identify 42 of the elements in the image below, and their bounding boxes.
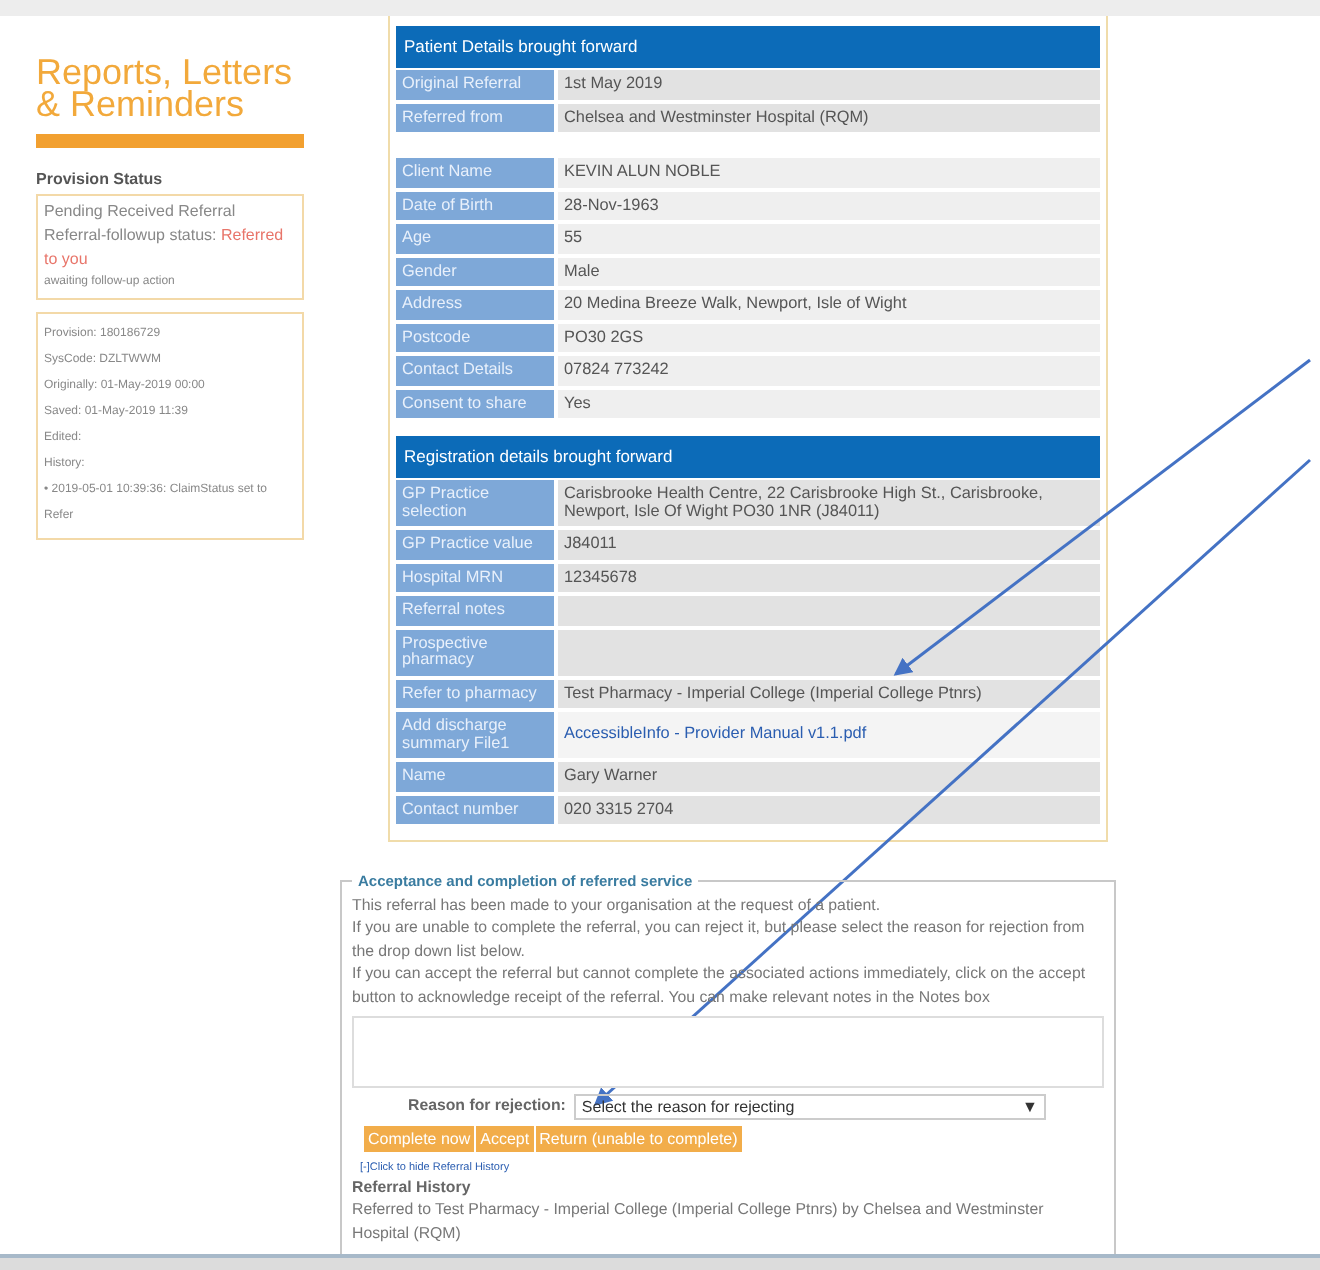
field-value: J84011: [558, 530, 1100, 559]
field-label: Address: [396, 290, 554, 319]
field-label: Hospital MRN: [396, 563, 554, 592]
field-value: Carisbrooke Health Centre, 22 Carisbrooke High St., Carisbrooke, Newport, Isle Of Wight PO30 1NR (J84011): [558, 480, 1100, 526]
field-label: Referred from: [396, 103, 554, 132]
field-label: Consent to share: [396, 389, 554, 418]
field-value: 12345678: [558, 563, 1100, 592]
rejection-dropdown[interactable]: Select the reason for rejecting ▼: [573, 1093, 1046, 1120]
field-value: Yes: [558, 389, 1100, 418]
field-label: Client Name: [396, 158, 554, 187]
field-value: Male: [558, 257, 1100, 286]
field-label: Original Referral: [396, 70, 554, 99]
field-value: 020 3315 2704: [558, 795, 1100, 824]
field-label: Prospective pharmacy: [396, 629, 554, 675]
field-value: 07824 773242: [558, 356, 1100, 385]
followup-status-text: Referral-followup status: Referred to you: [44, 224, 286, 272]
section-header: Registration details brought forward: [396, 436, 1100, 478]
field-label: Contact number: [396, 795, 554, 824]
field-label: GP Practice value: [396, 530, 554, 559]
status-text: Pending Received Referral: [44, 200, 238, 224]
field-label: Date of Birth: [396, 191, 554, 220]
field-label: Postcode: [396, 323, 554, 352]
section-header: Patient Details brought forward: [396, 26, 1100, 68]
field-value: Test Pharmacy - Imperial College (Imperial College Ptnrs): [558, 679, 1100, 708]
field-label: Name: [396, 762, 554, 791]
field-value: 20 Medina Breeze Walk, Newport, Isle of Wight: [558, 290, 1100, 319]
field-value: Gary Warner: [558, 762, 1100, 791]
field-value: Chelsea and Westminster Hospital (RQM): [558, 103, 1100, 132]
field-value: PO30 2GS: [558, 323, 1100, 352]
field-label: Add discharge summary File1: [396, 712, 554, 758]
status-heading: Provision Status: [36, 170, 165, 188]
field-label: Gender: [396, 257, 554, 286]
field-label: Refer to pharmacy: [396, 679, 554, 708]
field-label: Contact Details: [396, 356, 554, 385]
field-label: Referral notes: [396, 596, 554, 625]
field-label: GP Practice selection: [396, 480, 554, 526]
page-title: Reports, Letters & Reminders: [36, 56, 295, 120]
field-value: 28-Nov-1963: [558, 191, 1100, 220]
field-value: 55: [558, 224, 1100, 253]
field-label: Age: [396, 224, 554, 253]
field-value: 1st May 2019: [558, 70, 1100, 99]
field-value: KEVIN ALUN NOBLE: [558, 158, 1100, 187]
